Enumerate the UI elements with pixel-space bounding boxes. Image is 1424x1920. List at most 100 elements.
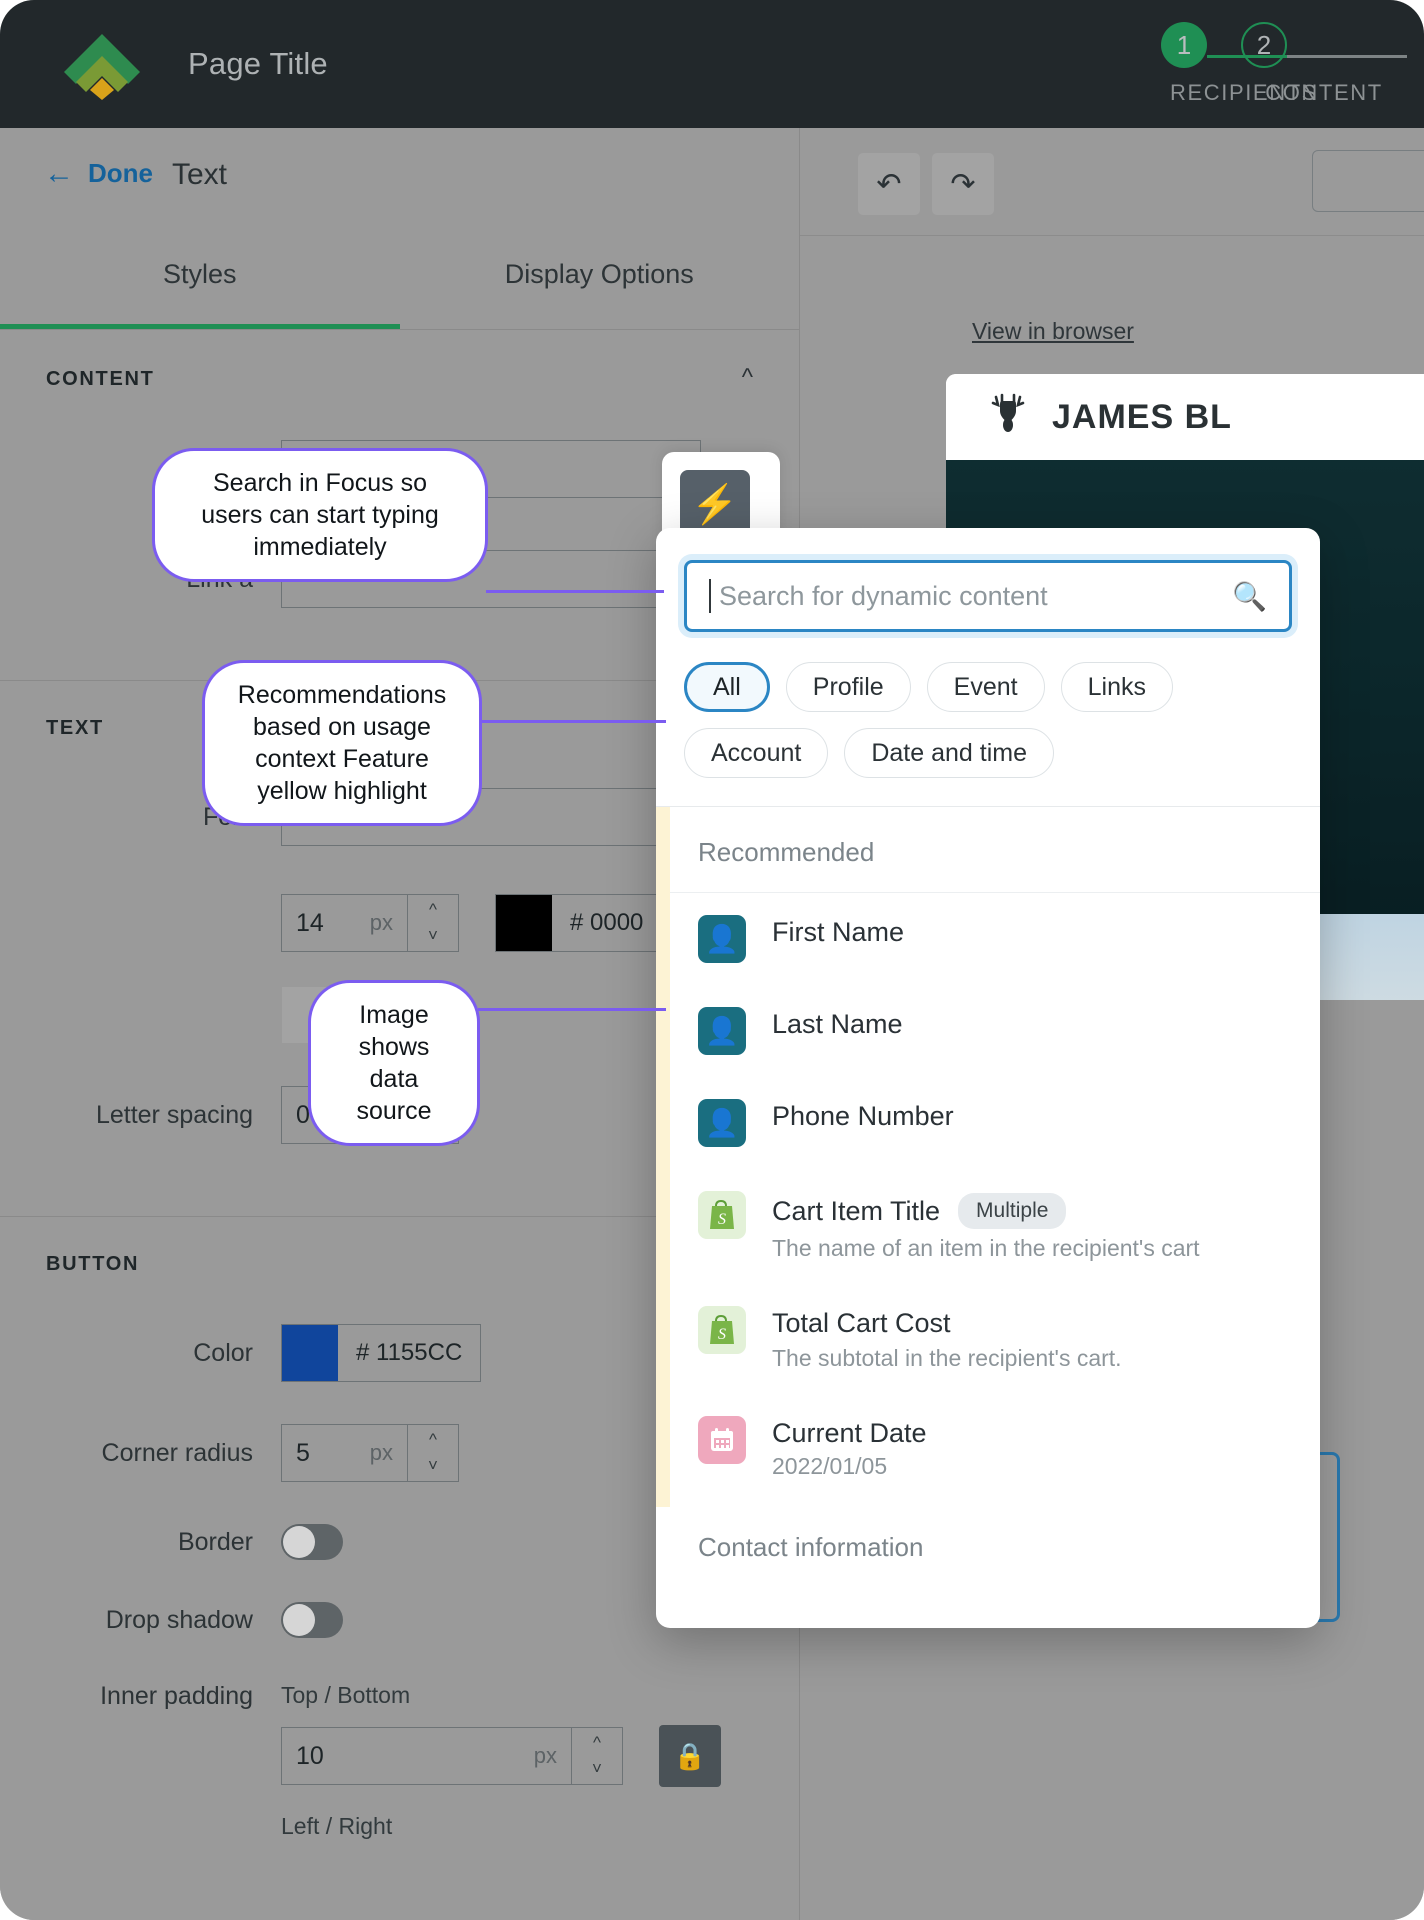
list-item[interactable]: S Total Cart Cost The subtotal in the re… (656, 1284, 1320, 1394)
list-item-title: Last Name (772, 1009, 903, 1039)
chevron-up-icon[interactable]: ^ (593, 1733, 601, 1753)
left-right-label: Left / Right (281, 1813, 393, 1839)
callout-leader-line (486, 590, 664, 593)
callout-leader-line (478, 1008, 666, 1011)
chip-links[interactable]: Links (1060, 662, 1173, 712)
email-brand-bar: JAMES BL (946, 374, 1424, 460)
profile-icon: 👤 (698, 1007, 746, 1055)
list-item-title: Cart Item Title (772, 1195, 941, 1226)
chip-date-and-time[interactable]: Date and time (844, 728, 1054, 778)
panel-title: Text (171, 158, 228, 191)
filter-chips: All Profile Event Links Account Date and… (656, 662, 1320, 807)
content-section-header[interactable]: CONTENT ^ (0, 330, 799, 392)
callout-image-data-source: Image shows data source (308, 980, 480, 1146)
top-bottom-value: 10 (296, 1741, 324, 1770)
profile-icon: 👤 (698, 915, 746, 963)
font-size-unit: px (369, 910, 393, 935)
corner-radius-spinner[interactable]: ^ ˅ (407, 1424, 459, 1482)
content-section-title: CONTENT (46, 367, 155, 390)
chip-profile[interactable]: Profile (785, 662, 911, 712)
top-bar: Page Title 1 RECIPIENTS 2 CONTENT (0, 0, 1424, 128)
top-bottom-label: Top / Bottom (281, 1682, 411, 1708)
list-item[interactable]: S Cart Item Title Multiple The name of a… (656, 1169, 1320, 1284)
step-2-number: 2 (1241, 22, 1287, 68)
chevron-up-icon[interactable]: ^ (742, 330, 753, 392)
list-item-title: First Name (772, 917, 905, 947)
callout-leader-line (480, 720, 666, 723)
shopify-bag-icon: S (698, 1306, 746, 1354)
search-input[interactable]: Search for dynamic content 🔍 (684, 560, 1292, 632)
chevron-down-icon[interactable]: ˅ (592, 1759, 602, 1779)
lock-icon[interactable]: 🔒 (659, 1725, 721, 1787)
font-size-spinner[interactable]: ^ ˅ (407, 894, 459, 952)
button-color-swatch[interactable] (282, 1325, 338, 1381)
popover-search-area: Search for dynamic content 🔍 (656, 528, 1320, 662)
font-size-input[interactable]: 14 px (281, 894, 407, 952)
inner-padding-label: Inner padding (100, 1682, 253, 1710)
step-content[interactable]: 2 CONTENT (1224, 22, 1424, 106)
list-item-title: Total Cart Cost (772, 1308, 951, 1338)
preview-mode-box[interactable] (1312, 150, 1424, 212)
list-item-description: 2022/01/05 (772, 1453, 888, 1479)
font-color-value: # 0000 (570, 909, 644, 936)
redo-icon[interactable]: ↷ (932, 153, 994, 215)
drop-shadow-toggle[interactable] (281, 1602, 343, 1638)
corner-radius-unit: px (369, 1440, 393, 1465)
top-bottom-stepper[interactable]: 10 px ^ ˅ (281, 1727, 623, 1785)
undo-icon[interactable]: ↶ (858, 153, 920, 215)
chevron-up-icon[interactable]: ^ (429, 900, 437, 920)
calendar-icon (698, 1416, 746, 1464)
dynamic-content-list[interactable]: Recommended 👤 First Name 👤 Last Name 👤 P… (656, 807, 1320, 1579)
dynamic-content-popover: Search for dynamic content 🔍 All Profile… (656, 528, 1320, 1628)
corner-radius-label: Corner radius (101, 1438, 253, 1467)
list-item[interactable]: Current Date 2022/01/05 (656, 1394, 1320, 1502)
chip-account[interactable]: Account (684, 728, 829, 778)
status-badge: Multiple (958, 1193, 1067, 1229)
chevron-down-icon[interactable]: ˅ (428, 926, 438, 946)
wizard-stepper: 1 RECIPIENTS 2 CONTENT (1144, 22, 1424, 106)
font-size-stepper[interactable]: 14 px ^ ˅ (281, 894, 459, 952)
step-1-number: 1 (1161, 22, 1207, 68)
list-item-title: Phone Number (772, 1101, 954, 1131)
corner-radius-value: 5 (296, 1438, 310, 1467)
font-size-value: 14 (296, 908, 324, 937)
top-bottom-spinner[interactable]: ^ ˅ (571, 1727, 623, 1785)
tab-styles[interactable]: Styles (0, 233, 400, 329)
group-heading-recommended: Recommended (656, 807, 1320, 893)
svg-text:S: S (718, 1326, 726, 1343)
button-color-label: Color (193, 1338, 253, 1367)
recommended-highlight-strip (656, 807, 670, 1507)
brand-name: JAMES BL (1052, 397, 1232, 436)
list-item[interactable]: 👤 Last Name (656, 985, 1320, 1077)
button-color-picker[interactable]: # 1155CC (281, 1324, 482, 1382)
list-item[interactable]: 👤 First Name (656, 893, 1320, 985)
svg-text:S: S (718, 1211, 726, 1228)
text-caret (709, 579, 711, 613)
list-item-title: Current Date (772, 1418, 927, 1448)
top-bottom-unit: px (533, 1743, 557, 1768)
tab-display-options[interactable]: Display Options (400, 233, 800, 329)
chevron-up-icon[interactable]: ^ (429, 1430, 437, 1450)
list-item-description: The name of an item in the recipient's c… (772, 1235, 1200, 1261)
chip-event[interactable]: Event (926, 662, 1045, 712)
drop-shadow-toggle-knob (283, 1604, 315, 1636)
font-color-picker[interactable]: # 0000 (495, 894, 663, 952)
profile-icon: 👤 (698, 1099, 746, 1147)
font-color-swatch[interactable] (496, 895, 552, 951)
search-placeholder: Search for dynamic content (719, 580, 1048, 611)
list-item[interactable]: 👤 Phone Number (656, 1077, 1320, 1169)
letter-spacing-label: Letter spacing (95, 1100, 253, 1129)
corner-radius-stepper[interactable]: 5 px ^ ˅ (281, 1424, 459, 1482)
shopify-bag-icon: S (698, 1191, 746, 1239)
corner-radius-input[interactable]: 5 px (281, 1424, 407, 1482)
step-2-label: CONTENT (1265, 80, 1383, 105)
callout-recommendations: Recommendations based on usage context F… (202, 660, 482, 826)
view-in-browser-link[interactable]: View in browser (972, 318, 1134, 345)
chevron-down-icon[interactable]: ˅ (428, 1456, 438, 1476)
step-connector-2 (1287, 54, 1407, 58)
top-bottom-input[interactable]: 10 px (281, 1727, 571, 1785)
chip-all[interactable]: All (684, 662, 770, 712)
border-toggle[interactable] (281, 1524, 343, 1560)
magnifier-icon[interactable]: 🔍 (1232, 580, 1267, 613)
chevron-stack-logo-icon (58, 28, 146, 100)
